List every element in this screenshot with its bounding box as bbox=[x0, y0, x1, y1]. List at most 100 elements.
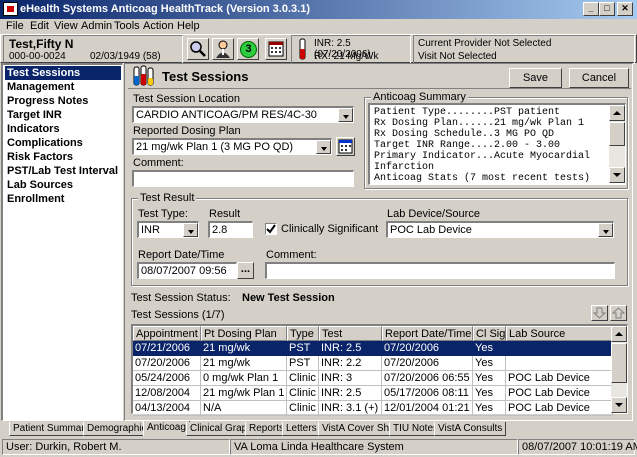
cell-test: INR: 2.2 bbox=[319, 356, 382, 371]
result-comment-input[interactable] bbox=[265, 262, 615, 279]
column-header[interactable]: Type bbox=[287, 326, 319, 341]
table-row[interactable]: 04/13/2004 N/A Clinic INR: 3.1 (+) 12/01… bbox=[133, 401, 613, 416]
test-type-label: Test Type: bbox=[138, 208, 188, 220]
lab-device-value: POC Lab Device bbox=[390, 224, 472, 236]
summary-scrollbar[interactable] bbox=[609, 105, 625, 183]
chevron-down-icon[interactable] bbox=[598, 223, 613, 237]
dosing-plan-select[interactable]: 21 mg/wk Plan 1 (3 MG PO QD) bbox=[132, 138, 332, 155]
cell-lab-source bbox=[506, 341, 613, 356]
lab-device-select[interactable]: POC Lab Device bbox=[386, 221, 614, 238]
summary-line: Anticoag Stats (7 most recent tests) bbox=[374, 173, 591, 184]
menu-action[interactable]: Action bbox=[143, 20, 174, 32]
cell-cl-sig: Yes bbox=[473, 401, 506, 416]
menu-file[interactable]: File bbox=[6, 20, 24, 32]
session-status-value: New Test Session bbox=[242, 292, 335, 304]
menu-edit[interactable]: Edit bbox=[30, 20, 49, 32]
table-row[interactable]: 12/08/2004 21 mg/wk Plan 1 Clinic INR: 2… bbox=[133, 386, 613, 401]
scroll-thumb[interactable] bbox=[609, 122, 625, 146]
nav-indicators[interactable]: Indicators bbox=[5, 122, 121, 136]
nav-enrollment[interactable]: Enrollment bbox=[5, 192, 121, 206]
cell-lab-source: POC Lab Device bbox=[506, 371, 613, 386]
test-type-select[interactable]: INR bbox=[137, 221, 199, 238]
menu-tools[interactable]: Tools bbox=[114, 20, 140, 32]
location-label: Test Session Location bbox=[133, 93, 241, 105]
save-button[interactable]: Save bbox=[509, 68, 562, 88]
move-up-button[interactable] bbox=[610, 305, 627, 321]
table-row[interactable]: 07/20/2006 21 mg/wk PST INR: 2.2 07/20/2… bbox=[133, 356, 613, 371]
summary-line: Patient Type........PST patient bbox=[374, 107, 561, 118]
column-header[interactable]: Appointment bbox=[133, 326, 201, 341]
visit-button[interactable]: 3 bbox=[237, 38, 259, 60]
cell-report-date: 05/17/2006 08:11 bbox=[382, 386, 473, 401]
search-patient-button[interactable] bbox=[187, 38, 209, 60]
provider-button[interactable] bbox=[212, 38, 234, 60]
session-comment-input[interactable] bbox=[132, 170, 354, 187]
nav-lab-sources[interactable]: Lab Sources bbox=[5, 178, 121, 192]
nav-risk-factors[interactable]: Risk Factors bbox=[5, 150, 121, 164]
window-title: eHealth Systems Anticoag HealthTrack (Ve… bbox=[20, 3, 310, 15]
minimize-button[interactable]: _ bbox=[583, 2, 599, 16]
table-row[interactable]: 07/21/2006 21 mg/wk PST INR: 2.5 07/20/2… bbox=[133, 341, 613, 356]
tab-patient-summary[interactable]: Patient Summary bbox=[9, 422, 94, 436]
nav-target-inr[interactable]: Target INR bbox=[5, 108, 121, 122]
page-title: Test Sessions bbox=[162, 69, 249, 84]
nav-pst-lab-test-interval[interactable]: PST/Lab Test Interval bbox=[5, 164, 121, 178]
column-header[interactable]: Lab Source bbox=[506, 326, 613, 341]
nav-management[interactable]: Management bbox=[5, 80, 121, 94]
date-picker-button[interactable]: ... bbox=[237, 262, 254, 279]
calendar-button[interactable] bbox=[265, 38, 287, 60]
clinically-significant-label[interactable]: Clinically Significant bbox=[281, 223, 378, 235]
move-down-button[interactable] bbox=[591, 305, 608, 321]
menu-admin[interactable]: Admin bbox=[81, 20, 112, 32]
table-row[interactable]: 05/24/2006 0 mg/wk Plan 1 Clinic INR: 3 … bbox=[133, 371, 613, 386]
cell-dosing-plan: 0 mg/wk Plan 1 bbox=[201, 371, 287, 386]
cell-type: PST bbox=[287, 356, 319, 371]
test-result-label: Test Result bbox=[138, 192, 197, 204]
column-header[interactable]: Report Date/Time bbox=[382, 326, 473, 341]
status-bar: User: Durkin, Robert M. VA Loma Linda He… bbox=[0, 437, 637, 457]
title-bar[interactable]: eHealth Systems Anticoag HealthTrack (Ve… bbox=[0, 0, 637, 19]
tab-letters[interactable]: Letters bbox=[282, 422, 321, 436]
dosing-label: Reported Dosing Plan bbox=[133, 125, 241, 137]
location-select[interactable]: CARDIO ANTICOAG/PM RES/4C-30 bbox=[132, 106, 354, 123]
anticoag-summary-text[interactable]: Patient Type........PST patient Rx Dosin… bbox=[368, 103, 626, 185]
cell-appointment: 07/20/2006 bbox=[133, 356, 201, 371]
report-date-input[interactable]: 08/07/2007 09:56 bbox=[137, 262, 237, 279]
result-input[interactable]: 2.8 bbox=[208, 221, 253, 238]
patient-dob: 02/03/1949 (58) bbox=[90, 51, 161, 62]
inr-info[interactable]: INR: 2.5 (07/20/2006) RX: 21 Mg/Wk bbox=[291, 35, 411, 64]
clinically-significant-checkbox[interactable] bbox=[265, 223, 277, 235]
app-icon[interactable] bbox=[3, 2, 18, 16]
scroll-up-icon[interactable] bbox=[609, 105, 625, 121]
nav-progress-notes[interactable]: Progress Notes bbox=[5, 94, 121, 108]
arrow-up-icon bbox=[611, 307, 626, 319]
menu-bar: File Edit View Admin Tools Action Help bbox=[0, 19, 637, 34]
tab-vista-consults[interactable]: VistA Consults bbox=[434, 422, 507, 436]
cancel-button[interactable]: Cancel bbox=[569, 68, 629, 88]
menu-view[interactable]: View bbox=[54, 20, 78, 32]
tab-anticoag[interactable]: Anticoag bbox=[143, 421, 190, 436]
current-visit: Visit Not Selected bbox=[418, 51, 497, 62]
scroll-thumb[interactable] bbox=[611, 343, 627, 383]
scroll-down-icon[interactable] bbox=[609, 167, 625, 183]
scroll-up-icon[interactable] bbox=[611, 326, 627, 342]
close-button[interactable]: ✕ bbox=[617, 2, 633, 16]
dosing-calendar-button[interactable] bbox=[336, 137, 355, 156]
chevron-down-icon[interactable] bbox=[316, 140, 331, 154]
column-header[interactable]: Pt Dosing Plan bbox=[201, 326, 287, 341]
nav-complications[interactable]: Complications bbox=[5, 136, 121, 150]
table-scrollbar[interactable] bbox=[611, 326, 627, 413]
chevron-down-icon[interactable] bbox=[338, 108, 353, 122]
column-header[interactable]: Test bbox=[319, 326, 382, 341]
scroll-down-icon[interactable] bbox=[611, 397, 627, 413]
cell-dosing-plan: 21 mg/wk bbox=[201, 341, 287, 356]
column-header[interactable]: Cl Sig bbox=[473, 326, 506, 341]
current-provider: Current Provider Not Selected bbox=[418, 38, 552, 49]
nav-test-sessions[interactable]: Test Sessions bbox=[5, 66, 121, 80]
cell-appointment: 05/24/2006 bbox=[133, 371, 201, 386]
maximize-button[interactable]: □ bbox=[599, 2, 615, 16]
provider-visit-info[interactable]: Current Provider Not Selected Visit Not … bbox=[413, 35, 635, 64]
chevron-down-icon[interactable] bbox=[183, 223, 198, 237]
patient-info[interactable]: Test,Fifty N 000-00-0024 02/03/1949 (58) bbox=[3, 35, 183, 64]
menu-help[interactable]: Help bbox=[177, 20, 200, 32]
